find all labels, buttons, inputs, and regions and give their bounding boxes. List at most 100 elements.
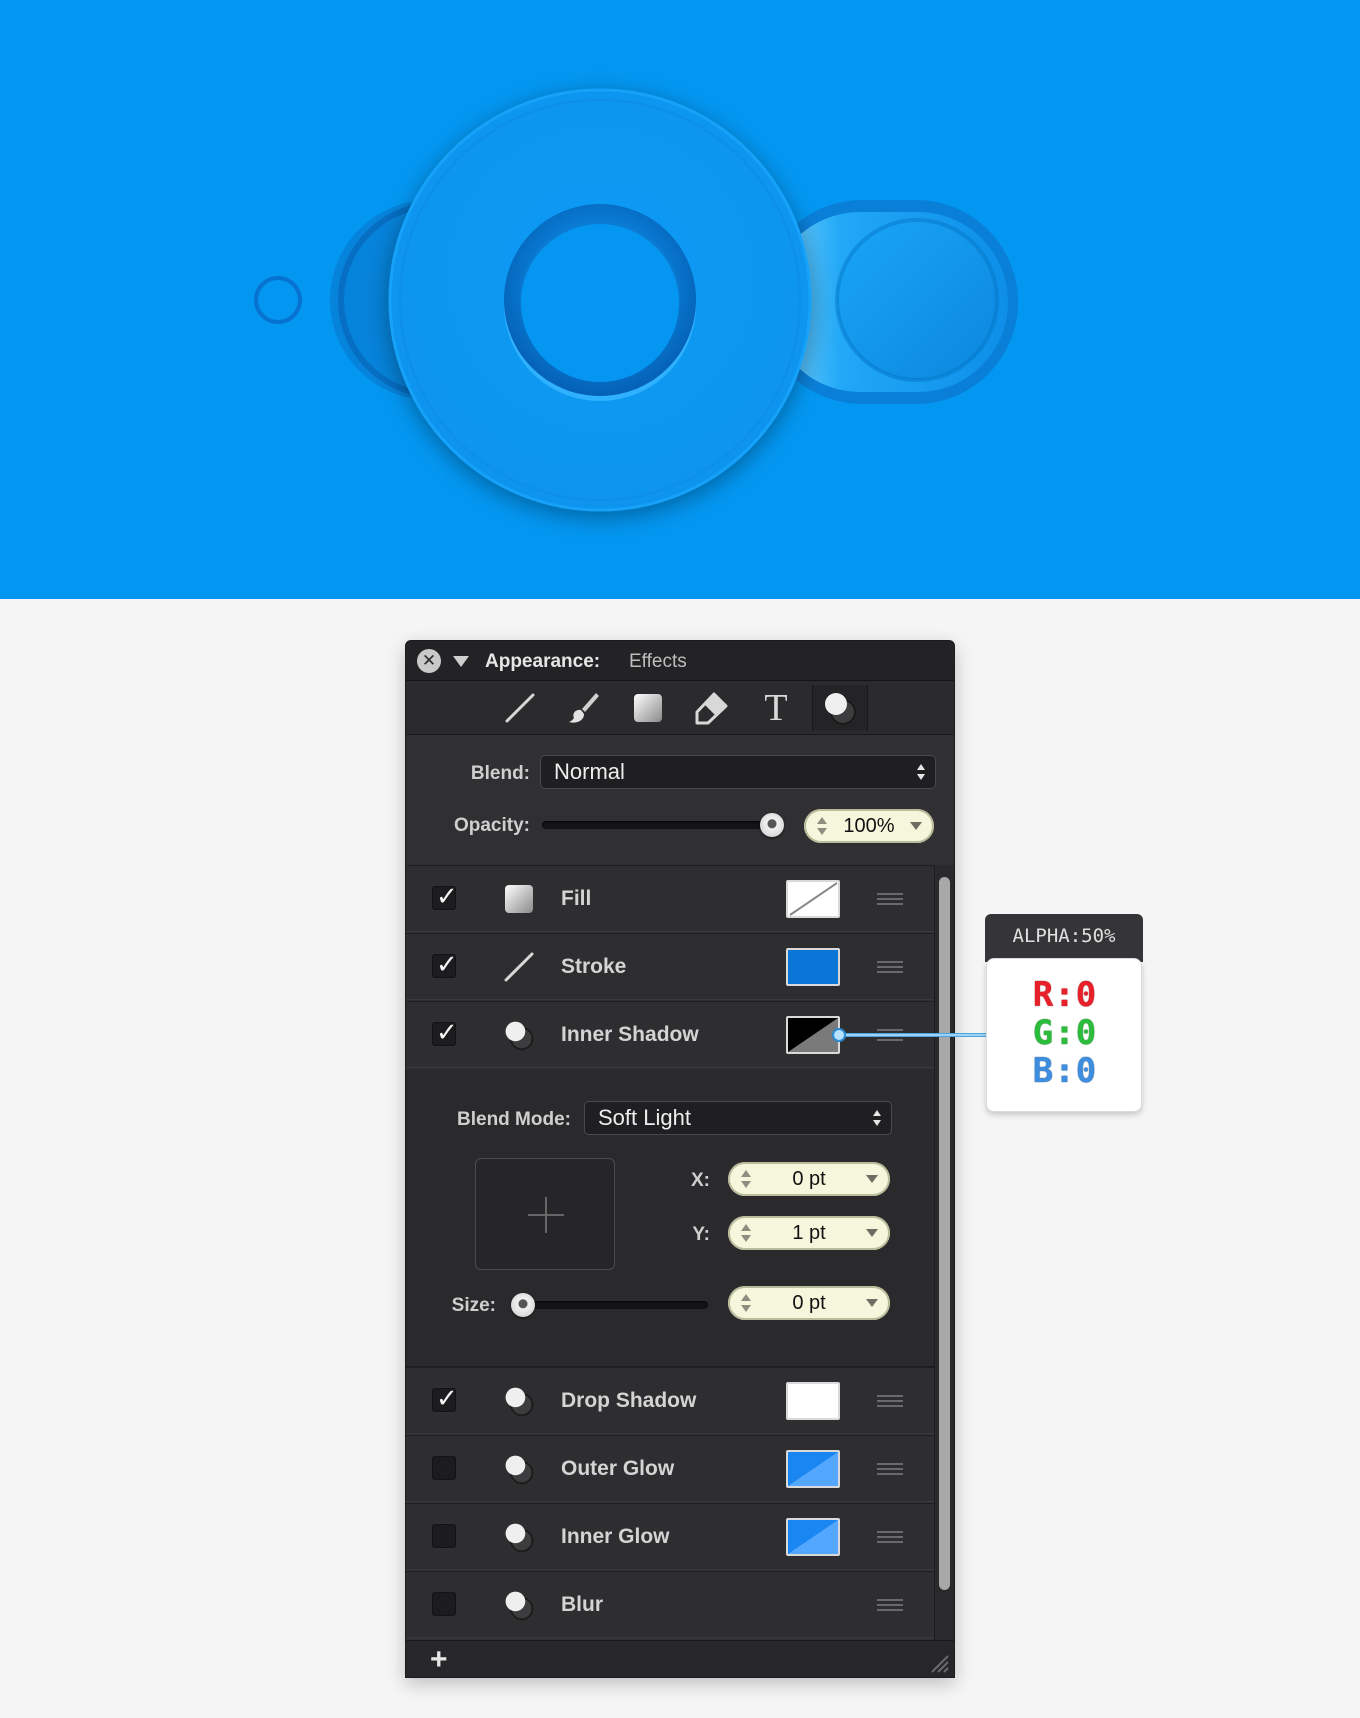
inner-shadow-detail: Blend Mode: Soft Light X: 0 pt Y: 1 pt S… [406, 1069, 934, 1367]
line-tool-icon [505, 693, 535, 723]
panel-title: Appearance: [485, 651, 601, 672]
x-label: X: [691, 1170, 710, 1191]
effects-icon [825, 693, 856, 725]
opacity-label: Opacity: [453, 815, 530, 836]
effects-icon [505, 1387, 534, 1417]
stroke-color-swatch[interactable] [786, 948, 840, 986]
effect-row-drop-shadow[interactable]: ✓ Drop Shadow [406, 1367, 934, 1434]
effect-name: Drop Shadow [561, 1389, 697, 1412]
check-icon: ✓ [436, 1017, 458, 1047]
fill-square-icon [634, 694, 662, 722]
effect-name: Stroke [561, 955, 627, 978]
panel-titlebar[interactable]: ✕ Appearance: Effects [406, 641, 954, 681]
blend-popup[interactable]: Normal [540, 755, 936, 789]
drag-handle-icon[interactable] [877, 961, 903, 973]
fill-tool-button[interactable] [620, 685, 676, 731]
blur-checkbox[interactable] [432, 1592, 456, 1616]
blend-mode-value: Soft Light [598, 1105, 691, 1130]
alpha-label: ALPHA:50% [985, 914, 1143, 962]
drop-shadow-checkbox[interactable]: ✓ [432, 1383, 458, 1413]
effect-row-blur[interactable]: Blur [406, 1571, 934, 1638]
popup-arrows-icon [917, 762, 925, 782]
popup-arrows-icon [873, 1108, 881, 1128]
stroke-checkbox[interactable]: ✓ [432, 949, 458, 979]
effect-row-inner-glow[interactable]: Inner Glow [406, 1503, 934, 1570]
blend-mode-label: Blend Mode: [457, 1109, 571, 1130]
text-tool-button[interactable]: T [748, 685, 804, 731]
check-icon: ✓ [436, 949, 458, 979]
x-stepper[interactable]: 0 pt [728, 1162, 890, 1196]
effects-icon [505, 1523, 534, 1553]
blend-value: Normal [554, 759, 625, 784]
size-slider[interactable] [511, 1293, 708, 1317]
disclosure-triangle-icon[interactable] [453, 656, 469, 667]
chevron-down-icon[interactable] [866, 1229, 878, 1237]
blend-mode-popup[interactable]: Soft Light [584, 1101, 892, 1135]
fill-checkbox[interactable]: ✓ [432, 881, 458, 911]
text-tool-icon: T [764, 687, 788, 729]
brush-tool-button[interactable] [556, 685, 612, 731]
line-tool-icon [504, 952, 534, 982]
red-value: R:0 [1032, 975, 1098, 1015]
effect-name: Fill [561, 887, 592, 910]
appearance-panel: ✕ Appearance: Effects T Blend: Normal Op… [405, 640, 955, 1678]
outer-glow-color-swatch[interactable] [786, 1450, 840, 1488]
y-label: Y: [692, 1224, 710, 1245]
size-slider-knob[interactable] [511, 1293, 535, 1317]
tag-tool-button[interactable] [684, 685, 740, 731]
panel-subtitle: Effects [629, 651, 687, 672]
effect-name: Inner Glow [561, 1525, 670, 1548]
check-icon: ✓ [436, 1383, 458, 1413]
effect-row-stroke[interactable]: ✓ Stroke [406, 933, 934, 1000]
effect-row-fill[interactable]: ✓ Fill [406, 865, 934, 932]
add-effect-button[interactable]: + [430, 1643, 448, 1677]
close-icon[interactable]: ✕ [417, 649, 441, 673]
effects-icon [505, 1455, 534, 1485]
drag-handle-icon[interactable] [877, 1395, 903, 1407]
canvas-artboard [0, 0, 1360, 599]
line-tool-button[interactable] [492, 685, 548, 731]
inner-glow-color-swatch[interactable] [786, 1518, 840, 1556]
y-stepper[interactable]: 1 pt [728, 1216, 890, 1250]
inner-shadow-checkbox[interactable]: ✓ [432, 1017, 458, 1047]
callout-connector [838, 1033, 986, 1037]
drag-handle-icon[interactable] [877, 1599, 903, 1611]
chevron-down-icon[interactable] [910, 822, 922, 830]
panel-footer: + [406, 1640, 954, 1677]
fill-color-swatch[interactable] [786, 880, 840, 918]
outer-glow-checkbox[interactable] [432, 1456, 456, 1480]
drag-handle-icon[interactable] [877, 893, 903, 905]
green-value: G:0 [1032, 1013, 1098, 1053]
list-scrollbar[interactable] [934, 865, 954, 1640]
size-label: Size: [451, 1295, 496, 1316]
effect-name: Blur [561, 1593, 603, 1616]
chevron-down-icon[interactable] [866, 1299, 878, 1307]
scroll-thumb[interactable] [939, 877, 950, 1590]
effect-name: Inner Shadow [561, 1023, 699, 1046]
opacity-slider[interactable] [542, 813, 784, 837]
check-icon: ✓ [436, 881, 458, 911]
size-stepper[interactable]: 0 pt [728, 1286, 890, 1320]
fill-square-icon [505, 885, 533, 913]
drag-handle-icon[interactable] [877, 1531, 903, 1543]
color-callout: ALPHA:50% R:0 G:0 B:0 [985, 914, 1143, 1112]
inner-ring [504, 204, 696, 401]
toggle-illustration [254, 88, 1018, 512]
offset-pad[interactable] [475, 1158, 615, 1270]
callout-anchor-dot [832, 1028, 846, 1042]
drop-shadow-color-swatch[interactable] [786, 1382, 840, 1420]
effect-row-outer-glow[interactable]: Outer Glow [406, 1435, 934, 1502]
opacity-stepper[interactable]: 100% [804, 809, 934, 843]
chevron-down-icon[interactable] [866, 1175, 878, 1183]
inner-glow-checkbox[interactable] [432, 1524, 456, 1548]
effects-tool-button[interactable] [812, 685, 868, 731]
opacity-slider-knob[interactable] [760, 813, 784, 837]
off-indicator-ring [254, 276, 302, 324]
blend-label: Blend: [470, 763, 530, 784]
effects-icon [505, 1591, 534, 1621]
effect-name: Outer Glow [561, 1457, 675, 1480]
drag-handle-icon[interactable] [877, 1463, 903, 1475]
blue-value: B:0 [1032, 1051, 1098, 1091]
resize-grip-icon[interactable] [928, 1652, 950, 1674]
rgb-values: R:0 G:0 B:0 [986, 958, 1142, 1112]
